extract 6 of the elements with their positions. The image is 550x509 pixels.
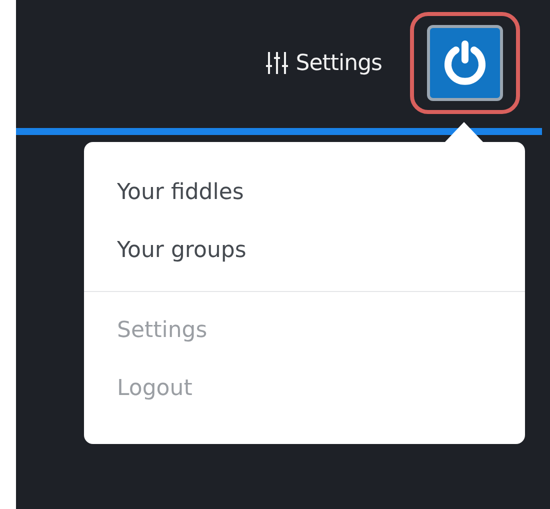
sliders-icon — [266, 51, 288, 75]
menu-item[interactable]: Your groups — [84, 222, 525, 281]
settings-link[interactable]: Settings — [266, 46, 382, 80]
menu-item[interactable]: Your fiddles — [84, 164, 525, 222]
power-icon — [442, 39, 488, 87]
power-button[interactable] — [427, 25, 503, 101]
